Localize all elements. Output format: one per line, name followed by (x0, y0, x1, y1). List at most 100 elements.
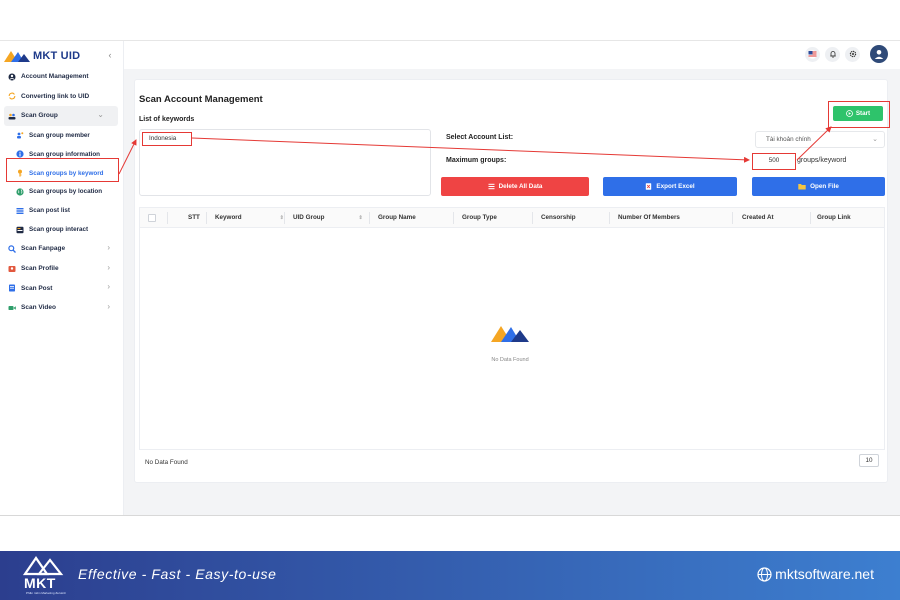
keywords-textarea[interactable]: Indonesia (139, 129, 431, 196)
page-size-select[interactable]: 10 (859, 454, 879, 467)
main-content: Scan Account Management List of keywords… (124, 69, 900, 515)
header-actions (805, 45, 888, 63)
chevron-down-icon: ⌄ (872, 136, 878, 143)
column-label: Number Of Members (618, 214, 680, 221)
column-label: Group Link (817, 214, 851, 221)
column-separator (284, 212, 285, 224)
sidebar-item-label: Account Management (21, 73, 89, 81)
delete-all-data-button[interactable]: Delete All Data (441, 177, 589, 196)
collapse-sidebar-icon[interactable]: ‹ (105, 49, 115, 61)
sidebar-item-label: Scan post list (29, 207, 70, 215)
column-created-at[interactable]: Created At (742, 208, 774, 228)
column-separator (810, 212, 811, 224)
column-keyword[interactable]: Keyword ⇕ (215, 208, 284, 228)
sidebar-item-scan-post[interactable]: Scan Post › (0, 278, 124, 298)
scan-card: Scan Account Management List of keywords… (134, 79, 890, 483)
promo-banner: MKT Phần mềm Marketing đa kênh Effective… (0, 551, 900, 600)
sidebar-nav: Account Management Converting link to UI… (0, 67, 124, 318)
column-separator (732, 212, 733, 224)
sidebar-item-label: Scan Group (21, 112, 58, 120)
folder-icon (798, 184, 806, 190)
sidebar-item-label: Scan group interact (29, 226, 89, 234)
chevron-down-icon: ⌄ (97, 110, 104, 120)
column-group-name[interactable]: Group Name (378, 208, 416, 228)
banner-brand-tagline: Phần mềm Marketing đa kênh (26, 591, 67, 595)
sidebar-item-account-management[interactable]: Account Management (0, 67, 124, 87)
language-flag-icon[interactable] (805, 46, 820, 62)
sidebar-subitem-scan-group-information[interactable]: Scan group information (0, 145, 124, 164)
start-button[interactable]: Start (833, 106, 883, 121)
open-file-button[interactable]: Open File (752, 177, 885, 196)
globe-icon (16, 188, 24, 196)
sidebar-subitem-scan-group-interact[interactable]: Scan group interact (0, 220, 124, 239)
list-icon (16, 207, 24, 215)
sidebar-item-label: Scan groups by location (29, 188, 103, 196)
app-window: MKT UID ‹ Account Management Converting … (0, 40, 900, 516)
account-select-value: Tài khoản chính (766, 136, 811, 143)
max-groups-input[interactable]: 500 (752, 153, 796, 170)
chevron-right-icon: › (107, 243, 110, 253)
start-highlight: Start (828, 101, 890, 128)
column-uid-group[interactable]: UID Group ⇕ (293, 208, 363, 228)
sidebar-subitem-scan-group-member[interactable]: Scan group member (0, 126, 124, 145)
column-separator (167, 212, 168, 224)
column-label: Group Name (378, 214, 416, 221)
logo-text: MKT UID (33, 50, 81, 62)
keyword-entry[interactable]: Indonesia (142, 132, 192, 146)
user-avatar[interactable] (870, 45, 888, 63)
key-icon (16, 169, 24, 177)
chevron-right-icon: › (107, 301, 110, 311)
excel-file-icon (646, 183, 652, 190)
column-group-type[interactable]: Group Type (462, 208, 497, 228)
sidebar-item-label: Converting link to UID (21, 92, 90, 100)
post-icon (8, 284, 16, 292)
sidebar-item-scan-profile[interactable]: Scan Profile › (0, 259, 124, 279)
banner-brand: MKT (24, 575, 56, 591)
empty-logo-icon (491, 326, 529, 342)
column-separator (369, 212, 370, 224)
column-stt[interactable]: STT (188, 208, 200, 228)
sidebar-item-converting-link[interactable]: Converting link to UID (0, 87, 124, 107)
open-label: Open File (810, 183, 839, 190)
bell-icon[interactable] (825, 46, 840, 62)
sort-icon[interactable]: ⇕ (358, 215, 362, 221)
video-icon (8, 304, 16, 312)
column-label: Censorship (541, 214, 576, 221)
column-separator (453, 212, 454, 224)
chevron-right-icon: › (107, 262, 110, 272)
logo-icon (4, 51, 30, 62)
account-list-select[interactable]: Tài khoản chính ⌄ (755, 131, 885, 148)
sidebar-item-scan-fanpage[interactable]: Scan Fanpage › (0, 239, 124, 259)
export-label: Export Excel (656, 183, 695, 190)
export-excel-button[interactable]: Export Excel (603, 177, 737, 196)
banner-slogan: Effective - Fast - Easy-to-use (78, 566, 277, 582)
banner-website[interactable]: mktsoftware.net (757, 566, 874, 582)
sidebar-item-label: Scan group member (29, 131, 90, 139)
globe-icon (757, 566, 772, 582)
column-separator (609, 212, 610, 224)
empty-state: No Data Found (470, 324, 550, 363)
sidebar-subitem-scan-groups-by-keyword[interactable]: Scan groups by keyword (0, 164, 124, 183)
select-all-checkbox[interactable] (148, 214, 156, 222)
sidebar-item-scan-group[interactable]: Scan Group ⌄ (4, 106, 118, 126)
sidebar-item-label: Scan Fanpage (21, 245, 66, 253)
search-icon (8, 245, 16, 253)
sidebar-item-scan-video[interactable]: Scan Video › (0, 298, 124, 318)
gear-icon[interactable] (845, 46, 860, 62)
sidebar-subitem-scan-groups-by-location[interactable]: Scan groups by location (0, 182, 124, 201)
column-label: Group Type (462, 214, 497, 221)
results-table: STT Keyword ⇕ UID Group ⇕ Group Name Group… (139, 207, 885, 450)
info-icon (16, 150, 24, 158)
column-number-of-members[interactable]: Number Of Members (618, 208, 680, 228)
column-censorship[interactable]: Censorship (541, 208, 576, 228)
sidebar-subitem-scan-post-list[interactable]: Scan post list (0, 201, 124, 220)
empty-state-text: No Data Found (491, 357, 529, 363)
sidebar-item-label: Scan group information (29, 150, 101, 158)
column-separator (206, 212, 207, 224)
sidebar-item-label: Scan Profile (21, 265, 59, 273)
column-group-link[interactable]: Group Link (817, 208, 851, 228)
profile-icon (8, 265, 16, 273)
max-groups-label: Maximum groups: (446, 157, 507, 164)
user-circle-icon (8, 73, 16, 81)
app-logo: MKT UID (4, 48, 80, 64)
